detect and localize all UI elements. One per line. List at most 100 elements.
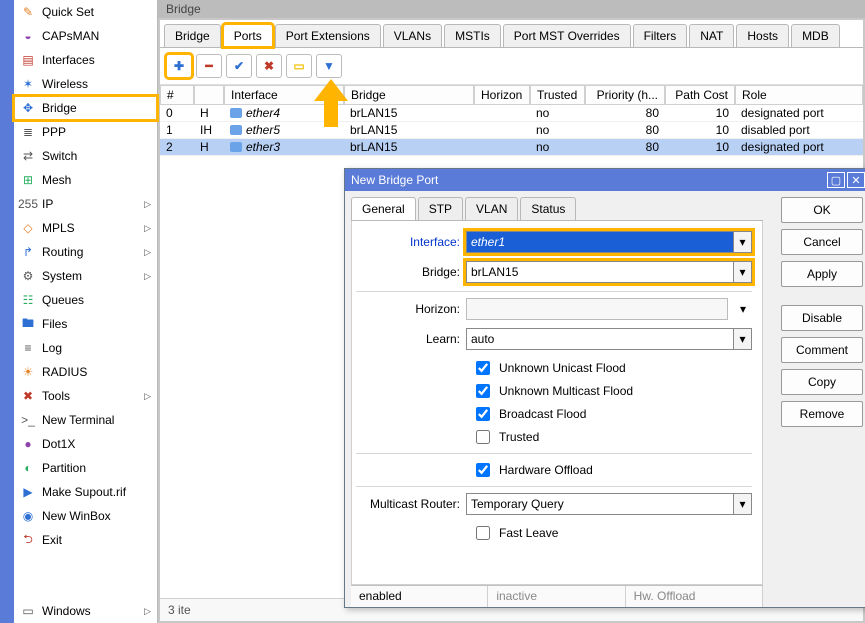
sidebar-item-label: Make Supout.rif xyxy=(42,485,126,499)
sidebar-item-new-winbox[interactable]: ◉New WinBox xyxy=(14,504,157,528)
sidebar-item-label: Bridge xyxy=(42,101,77,115)
sidebar-item-interfaces[interactable]: ▤Interfaces xyxy=(14,48,157,72)
column-header[interactable]: # xyxy=(160,85,194,105)
sidebar-item-log[interactable]: ≡Log xyxy=(14,336,157,360)
table-row[interactable]: 2Hether3brLAN15no8010designated port xyxy=(160,139,863,156)
learn-input[interactable] xyxy=(467,329,733,349)
sidebar-item-tools[interactable]: ✖Tools▷ xyxy=(14,384,157,408)
cancel-button[interactable]: Cancel xyxy=(781,229,863,255)
log-icon: ≡ xyxy=(20,340,36,356)
tab-ports[interactable]: Ports xyxy=(223,24,273,47)
sidebar-item-make-supout-rif[interactable]: ▶Make Supout.rif xyxy=(14,480,157,504)
trusted-label: Trusted xyxy=(499,430,539,444)
sidebar-item-exit[interactable]: ⮌Exit xyxy=(14,528,157,552)
tab-filters[interactable]: Filters xyxy=(633,24,688,47)
column-header[interactable]: Priority (h... xyxy=(585,85,665,105)
chevron-down-icon[interactable]: ▾ xyxy=(733,494,751,514)
chevron-down-icon[interactable]: ▾ xyxy=(733,329,751,349)
sidebar-item-switch[interactable]: ⇄Switch xyxy=(14,144,157,168)
sidebar-item-partition[interactable]: ◐Partition xyxy=(14,456,157,480)
files-icon: 🖿 xyxy=(20,316,36,332)
filter-button[interactable]: ▼ xyxy=(316,54,342,78)
remove-button[interactable]: Remove xyxy=(781,401,863,427)
sidebar-item-wireless[interactable]: ✶Wireless xyxy=(14,72,157,96)
table-row[interactable]: 1IHether5brLAN15no8010disabled port xyxy=(160,122,863,139)
sidebar-item-queues[interactable]: ☷Queues xyxy=(14,288,157,312)
tab-bridge[interactable]: Bridge xyxy=(164,24,221,47)
tab-nat[interactable]: NAT xyxy=(689,24,734,47)
column-header[interactable]: Horizon xyxy=(474,85,530,105)
sidebar-item-system[interactable]: ⚙System▷ xyxy=(14,264,157,288)
status-enabled: enabled xyxy=(351,586,488,607)
sidebar-item-bridge[interactable]: ✥Bridge xyxy=(14,96,157,120)
unknown-multicast-checkbox[interactable] xyxy=(476,384,490,398)
chevron-down-icon[interactable]: ▾ xyxy=(733,232,751,252)
chevron-down-icon[interactable]: ▾ xyxy=(734,298,752,320)
hw-offload-checkbox[interactable] xyxy=(476,463,490,477)
wireless-icon: ✶ xyxy=(20,76,36,92)
sidebar-item-dot1x[interactable]: ●Dot1X xyxy=(14,432,157,456)
chevron-right-icon: ▷ xyxy=(144,391,151,402)
add-button[interactable]: ✚ xyxy=(166,54,192,78)
tab-hosts[interactable]: Hosts xyxy=(736,24,789,47)
sidebar-item-mpls[interactable]: ◇MPLS▷ xyxy=(14,216,157,240)
sidebar-item-windows[interactable]: ▭ Windows ▷ xyxy=(14,599,157,623)
column-header[interactable]: Trusted xyxy=(530,85,585,105)
bridge-combo[interactable]: ▾ xyxy=(466,261,752,283)
sidebar-item-label: Queues xyxy=(42,293,84,307)
sidebar-item-ip[interactable]: 255IP▷ xyxy=(14,192,157,216)
dialog-tab-vlan[interactable]: VLAN xyxy=(465,197,518,220)
broadcast-checkbox[interactable] xyxy=(476,407,490,421)
tab-vlans[interactable]: VLANs xyxy=(383,24,442,47)
sidebar-item-capsman[interactable]: ◒CAPsMAN xyxy=(14,24,157,48)
trusted-checkbox[interactable] xyxy=(476,430,490,444)
disable-button[interactable]: ✖ xyxy=(256,54,282,78)
interfaces-icon: ▤ xyxy=(20,52,36,68)
comment-button[interactable]: Comment xyxy=(781,337,863,363)
sidebar-item-label: Routing xyxy=(42,245,83,259)
sidebar-item-radius[interactable]: ☀RADIUS xyxy=(14,360,157,384)
copy-button[interactable]: Copy xyxy=(781,369,863,395)
horizon-input[interactable] xyxy=(466,298,728,320)
tab-mdb[interactable]: MDB xyxy=(791,24,840,47)
mesh-icon: ⊞ xyxy=(20,172,36,188)
ok-button[interactable]: OK xyxy=(781,197,863,223)
comment-button[interactable]: ▭ xyxy=(286,54,312,78)
dialog-tab-status[interactable]: Status xyxy=(520,197,576,220)
apply-button[interactable]: Apply xyxy=(781,261,863,287)
minimize-button[interactable]: ▢ xyxy=(827,172,845,188)
bridge-input[interactable] xyxy=(467,262,733,282)
column-header[interactable]: Path Cost xyxy=(665,85,735,105)
sidebar-item-files[interactable]: 🖿Files xyxy=(14,312,157,336)
sidebar-item-label: Partition xyxy=(42,461,86,475)
table-row[interactable]: 0Hether4brLAN15no8010designated port xyxy=(160,105,863,122)
close-button[interactable]: ✕ xyxy=(847,172,865,188)
chevron-down-icon[interactable]: ▾ xyxy=(733,262,751,282)
column-header[interactable] xyxy=(194,85,224,105)
remove-button[interactable]: ━ xyxy=(196,54,222,78)
sidebar-item-label: Exit xyxy=(42,533,62,547)
dialog-tab-stp[interactable]: STP xyxy=(418,197,463,220)
tab-port-extensions[interactable]: Port Extensions xyxy=(275,24,381,47)
sidebar-item-mesh[interactable]: ⊞Mesh xyxy=(14,168,157,192)
learn-combo[interactable]: ▾ xyxy=(466,328,752,350)
dialog-tab-general[interactable]: General xyxy=(351,197,416,220)
multicast-input[interactable] xyxy=(467,494,733,514)
cell: no xyxy=(530,122,585,139)
tab-port-mst-overrides[interactable]: Port MST Overrides xyxy=(503,24,631,47)
column-header[interactable]: Bridge xyxy=(344,85,474,105)
sidebar-item-new-terminal[interactable]: >_New Terminal xyxy=(14,408,157,432)
fast-leave-checkbox[interactable] xyxy=(476,526,490,540)
sidebar-item-ppp[interactable]: ≣PPP xyxy=(14,120,157,144)
enable-button[interactable]: ✔ xyxy=(226,54,252,78)
sidebar-item-routing[interactable]: ↱Routing▷ xyxy=(14,240,157,264)
disable-button[interactable]: Disable xyxy=(781,305,863,331)
interface-input[interactable] xyxy=(467,232,733,252)
tab-mstis[interactable]: MSTIs xyxy=(444,24,501,47)
unknown-unicast-checkbox[interactable] xyxy=(476,361,490,375)
dialog-titlebar[interactable]: New Bridge Port ▢ ✕ xyxy=(345,169,865,191)
multicast-combo[interactable]: ▾ xyxy=(466,493,752,515)
column-header[interactable]: Role xyxy=(735,85,863,105)
interface-combo[interactable]: ▾ xyxy=(466,231,752,253)
sidebar-item-quick-set[interactable]: ✎Quick Set xyxy=(14,0,157,24)
